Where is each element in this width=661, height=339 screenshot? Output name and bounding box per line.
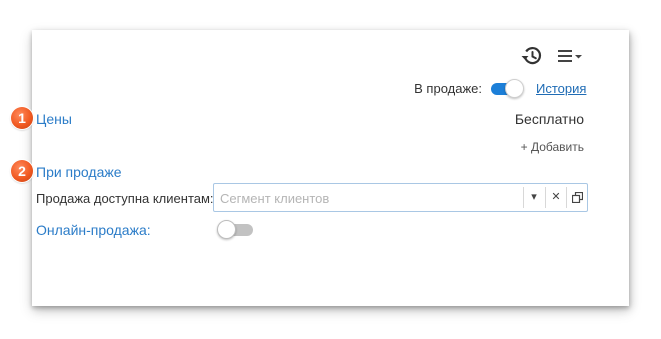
on-sale-label: В продаже: [414,81,482,96]
customer-segment-field[interactable]: ▾ ✕ [213,183,588,212]
more-menu-button[interactable] [557,47,587,65]
chevron-down-icon: ▾ [531,191,537,203]
segment-dropdown-button[interactable]: ▾ [523,187,544,208]
price-value: Бесплатно [514,111,584,127]
history-icon[interactable] [520,45,544,67]
toggle-knob [217,220,236,239]
history-link[interactable]: История [536,81,586,96]
online-sale-toggle[interactable] [217,220,255,239]
open-window-icon [571,191,583,204]
toggle-knob [505,79,524,98]
hamburger-menu-icon [558,50,582,62]
on-sale-toggle[interactable] [489,79,525,98]
close-icon: ✕ [551,191,561,203]
step-badge-1: 1 [11,107,33,129]
add-price-button[interactable]: + Добавить [490,140,584,154]
chevron-down-icon [575,55,582,59]
segment-clear-button[interactable]: ✕ [545,187,566,208]
when-selling-section-title[interactable]: При продаже [36,164,122,180]
online-sale-label: Онлайн-продажа: [36,222,151,238]
step-badge-2: 2 [11,160,33,182]
segment-open-button[interactable] [566,187,587,208]
customer-segment-input[interactable] [220,189,516,207]
prices-section-title[interactable]: Цены [36,111,72,127]
availability-label: Продажа доступна клиентам: [36,191,214,206]
